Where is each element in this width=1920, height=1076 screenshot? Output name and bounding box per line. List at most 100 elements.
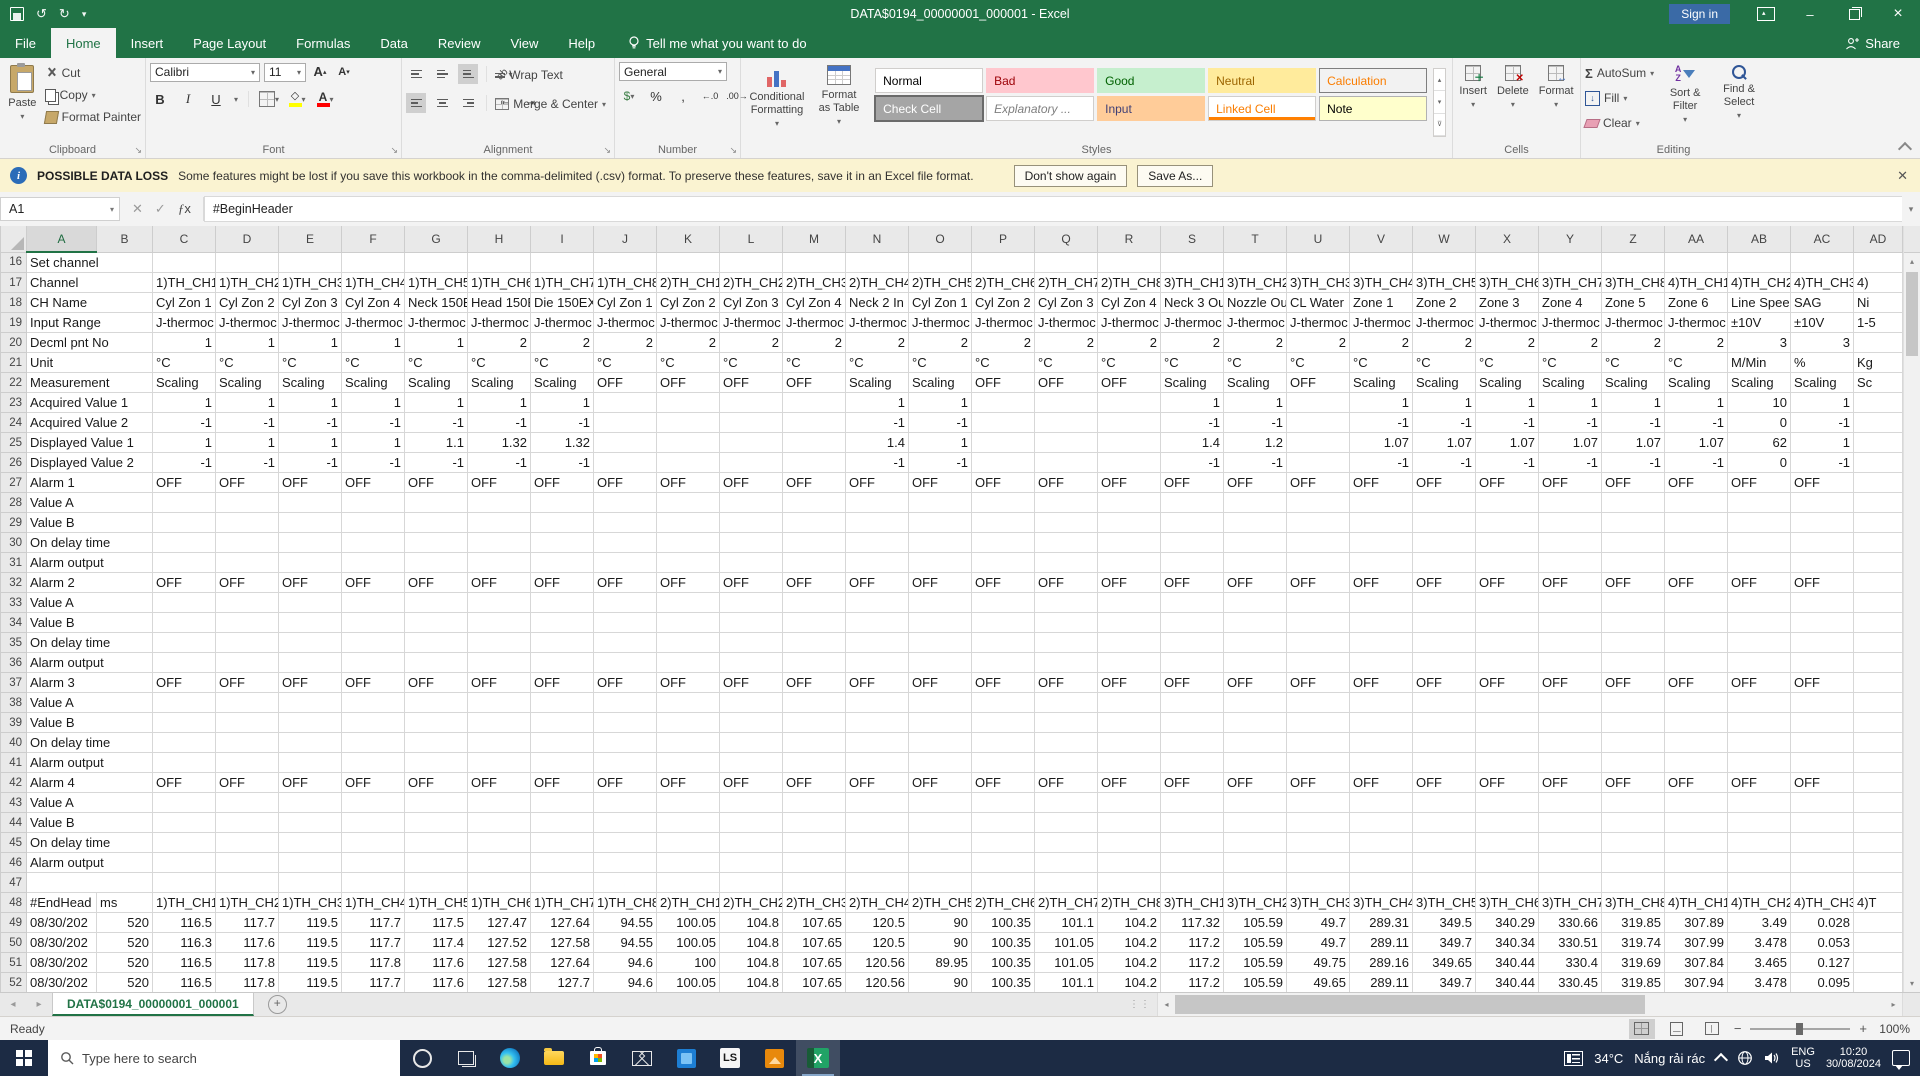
cell-O48[interactable]: 2)TH_CH5 bbox=[909, 893, 972, 913]
cell-AA49[interactable]: 307.89 bbox=[1665, 913, 1728, 933]
cell-D34[interactable] bbox=[216, 613, 279, 633]
cell-W43[interactable] bbox=[1413, 793, 1476, 813]
cell-M31[interactable] bbox=[783, 553, 846, 573]
cell-N47[interactable] bbox=[846, 873, 909, 893]
cell-J46[interactable] bbox=[594, 853, 657, 873]
cell-AB37[interactable]: OFF bbox=[1728, 673, 1791, 693]
cell-J42[interactable]: OFF bbox=[594, 773, 657, 793]
cell-C39[interactable] bbox=[153, 713, 216, 733]
cell-Q42[interactable]: OFF bbox=[1035, 773, 1098, 793]
cell-L51[interactable]: 104.8 bbox=[720, 953, 783, 973]
cell-J18[interactable]: Cyl Zon 1 I bbox=[594, 293, 657, 313]
cell-AA20[interactable]: 2 bbox=[1665, 333, 1728, 353]
row-header-20[interactable]: 20 bbox=[1, 333, 27, 353]
cell-L34[interactable] bbox=[720, 613, 783, 633]
cell-Y51[interactable]: 330.4 bbox=[1539, 953, 1602, 973]
cell-K23[interactable] bbox=[657, 393, 720, 413]
cell-K48[interactable]: 2)TH_CH1 bbox=[657, 893, 720, 913]
cell-G17[interactable]: 1)TH_CH5 bbox=[405, 273, 468, 293]
cell-O39[interactable] bbox=[909, 713, 972, 733]
cell-K45[interactable] bbox=[657, 833, 720, 853]
cell-V23[interactable]: 1 bbox=[1350, 393, 1413, 413]
cell-J26[interactable] bbox=[594, 453, 657, 473]
cell-V33[interactable] bbox=[1350, 593, 1413, 613]
cell-O46[interactable] bbox=[909, 853, 972, 873]
cell-R23[interactable] bbox=[1098, 393, 1161, 413]
cell-P30[interactable] bbox=[972, 533, 1035, 553]
cell-Y50[interactable]: 330.51 bbox=[1539, 933, 1602, 953]
cell-Y37[interactable]: OFF bbox=[1539, 673, 1602, 693]
cell-K16[interactable] bbox=[657, 252, 720, 273]
cell-AA28[interactable] bbox=[1665, 493, 1728, 513]
cell-A36[interactable]: Alarm output bbox=[27, 653, 153, 673]
cell-L19[interactable]: J-thermoc bbox=[720, 313, 783, 333]
cell-E37[interactable]: OFF bbox=[279, 673, 342, 693]
cell-K25[interactable] bbox=[657, 433, 720, 453]
cell-P33[interactable] bbox=[972, 593, 1035, 613]
column-header-O[interactable]: O bbox=[909, 226, 972, 252]
cell-A34[interactable]: Value B bbox=[27, 613, 153, 633]
cell-S18[interactable]: Neck 3 Ou bbox=[1161, 293, 1224, 313]
cell-AD28[interactable] bbox=[1854, 493, 1903, 513]
cell-I32[interactable]: OFF bbox=[531, 573, 594, 593]
cell-AB22[interactable]: Scaling bbox=[1728, 373, 1791, 393]
cell-N20[interactable]: 2 bbox=[846, 333, 909, 353]
column-header-AB[interactable]: AB bbox=[1728, 226, 1791, 252]
cell-R36[interactable] bbox=[1098, 653, 1161, 673]
cell-G31[interactable] bbox=[405, 553, 468, 573]
cell-I16[interactable] bbox=[531, 252, 594, 273]
cell-N49[interactable]: 120.5 bbox=[846, 913, 909, 933]
cell-D35[interactable] bbox=[216, 633, 279, 653]
cell-AA18[interactable]: Zone 6 bbox=[1665, 293, 1728, 313]
cell-Z40[interactable] bbox=[1602, 733, 1665, 753]
cell-Z23[interactable]: 1 bbox=[1602, 393, 1665, 413]
cell-AC24[interactable]: -1 bbox=[1791, 413, 1854, 433]
cell-I34[interactable] bbox=[531, 613, 594, 633]
row-header-27[interactable]: 27 bbox=[1, 473, 27, 493]
cell-A46[interactable]: Alarm output bbox=[27, 853, 153, 873]
cell-I18[interactable]: Die 150EX bbox=[531, 293, 594, 313]
cell-V40[interactable] bbox=[1350, 733, 1413, 753]
column-header-V[interactable]: V bbox=[1350, 226, 1413, 252]
cell-S35[interactable] bbox=[1161, 633, 1224, 653]
cell-F33[interactable] bbox=[342, 593, 405, 613]
cell-F39[interactable] bbox=[342, 713, 405, 733]
cell-C16[interactable] bbox=[153, 252, 216, 273]
cell-O19[interactable]: J-thermoc bbox=[909, 313, 972, 333]
cell-S23[interactable]: 1 bbox=[1161, 393, 1224, 413]
cell-F46[interactable] bbox=[342, 853, 405, 873]
column-header-Q[interactable]: Q bbox=[1035, 226, 1098, 252]
cell-U44[interactable] bbox=[1287, 813, 1350, 833]
cell-H16[interactable] bbox=[468, 252, 531, 273]
cell-D37[interactable]: OFF bbox=[216, 673, 279, 693]
cell-A28[interactable]: Value A bbox=[27, 493, 153, 513]
cell-Y18[interactable]: Zone 4 bbox=[1539, 293, 1602, 313]
cell-X46[interactable] bbox=[1476, 853, 1539, 873]
cell-F23[interactable]: 1 bbox=[342, 393, 405, 413]
cell-Z39[interactable] bbox=[1602, 713, 1665, 733]
cell-F52[interactable]: 117.7 bbox=[342, 973, 405, 993]
horizontal-scroll-thumb[interactable] bbox=[1175, 995, 1645, 1014]
row-header-22[interactable]: 22 bbox=[1, 373, 27, 393]
cell-C25[interactable]: 1 bbox=[153, 433, 216, 453]
cell-O43[interactable] bbox=[909, 793, 972, 813]
cell-H33[interactable] bbox=[468, 593, 531, 613]
cell-AB28[interactable] bbox=[1728, 493, 1791, 513]
cell-R20[interactable]: 2 bbox=[1098, 333, 1161, 353]
cell-F36[interactable] bbox=[342, 653, 405, 673]
cell-W27[interactable]: OFF bbox=[1413, 473, 1476, 493]
tab-insert[interactable]: Insert bbox=[116, 28, 179, 58]
cell-Y45[interactable] bbox=[1539, 833, 1602, 853]
cell-L24[interactable] bbox=[720, 413, 783, 433]
formula-input[interactable]: #BeginHeader bbox=[204, 196, 1902, 222]
cell-U24[interactable] bbox=[1287, 413, 1350, 433]
cell-O41[interactable] bbox=[909, 753, 972, 773]
cell-U20[interactable]: 2 bbox=[1287, 333, 1350, 353]
cell-AB35[interactable] bbox=[1728, 633, 1791, 653]
cell-E27[interactable]: OFF bbox=[279, 473, 342, 493]
cell-D16[interactable] bbox=[216, 252, 279, 273]
style-good[interactable]: Good bbox=[1097, 68, 1205, 93]
zoom-in-icon[interactable]: + bbox=[1859, 1021, 1867, 1036]
column-header-K[interactable]: K bbox=[657, 226, 720, 252]
hidden-icons-chevron[interactable] bbox=[1714, 1052, 1728, 1066]
